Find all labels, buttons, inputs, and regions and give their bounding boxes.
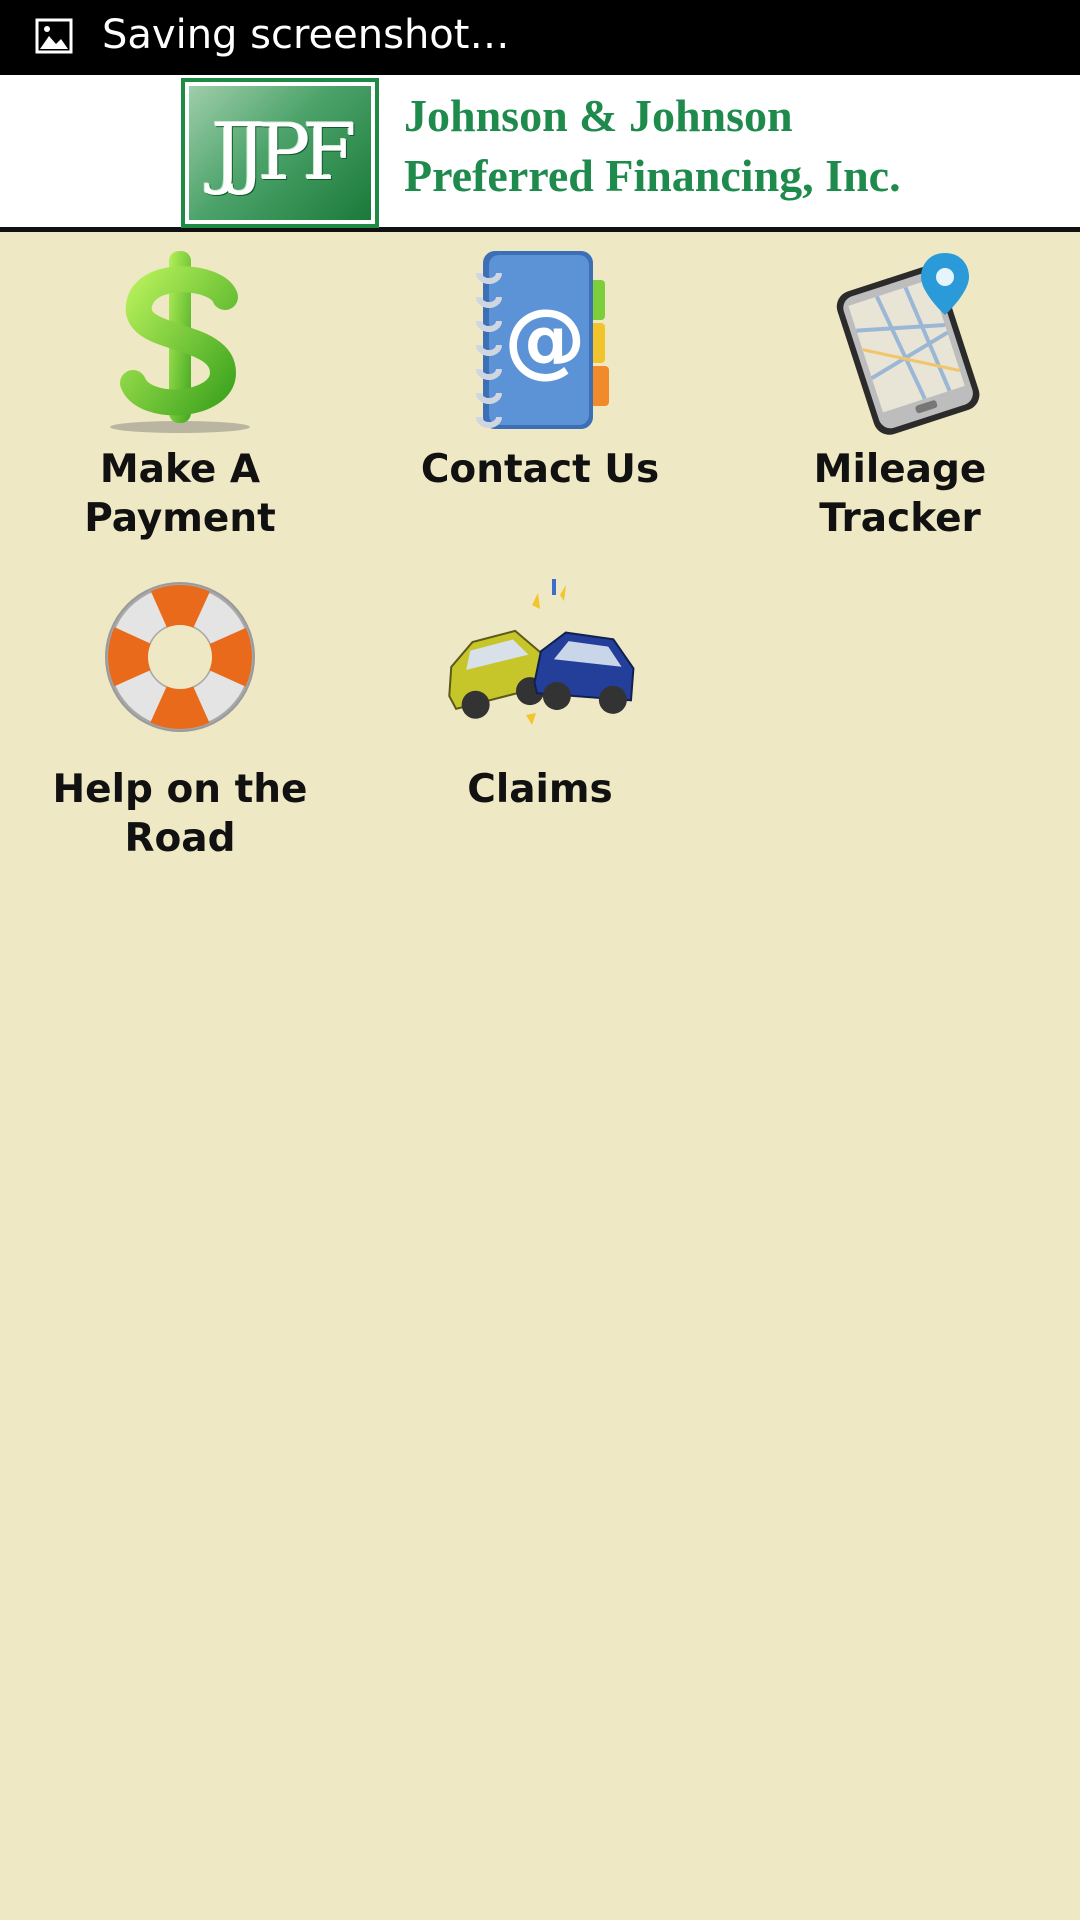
company-name-line2: Preferred Financing, Inc. xyxy=(404,150,901,201)
help-on-the-road-button[interactable]: Help on the Road xyxy=(30,565,330,875)
help-on-the-road-label: Help on the Road xyxy=(52,767,308,861)
claims-button[interactable]: Claims xyxy=(390,565,690,875)
company-logo: JJPF xyxy=(181,78,379,228)
app-header: JJPF Johnson & Johnson Preferred Financi… xyxy=(0,75,1080,232)
make-payment-button[interactable]: Make A Payment xyxy=(30,245,330,555)
company-name-line1: Johnson & Johnson xyxy=(404,90,793,141)
make-payment-label: Make A Payment xyxy=(84,447,276,541)
mileage-tracker-label: Mileage Tracker xyxy=(813,447,987,541)
address-book-icon: @ xyxy=(465,245,615,435)
contact-us-button[interactable]: @ Contact Us xyxy=(390,245,690,555)
map-phone-icon xyxy=(825,245,980,435)
life-ring-icon xyxy=(105,565,255,755)
svg-text:@: @ xyxy=(504,292,586,387)
mileage-tracker-button[interactable]: Mileage Tracker xyxy=(750,245,1050,555)
claims-label: Claims xyxy=(467,767,613,812)
dollar-icon xyxy=(105,245,255,435)
status-bar: Saving screenshot… xyxy=(0,0,1080,75)
status-text: Saving screenshot… xyxy=(102,12,510,58)
car-crash-icon xyxy=(448,565,635,755)
image-icon xyxy=(35,18,73,54)
logo-letters: JJPF xyxy=(211,108,356,198)
contact-us-label: Contact Us xyxy=(420,447,660,492)
